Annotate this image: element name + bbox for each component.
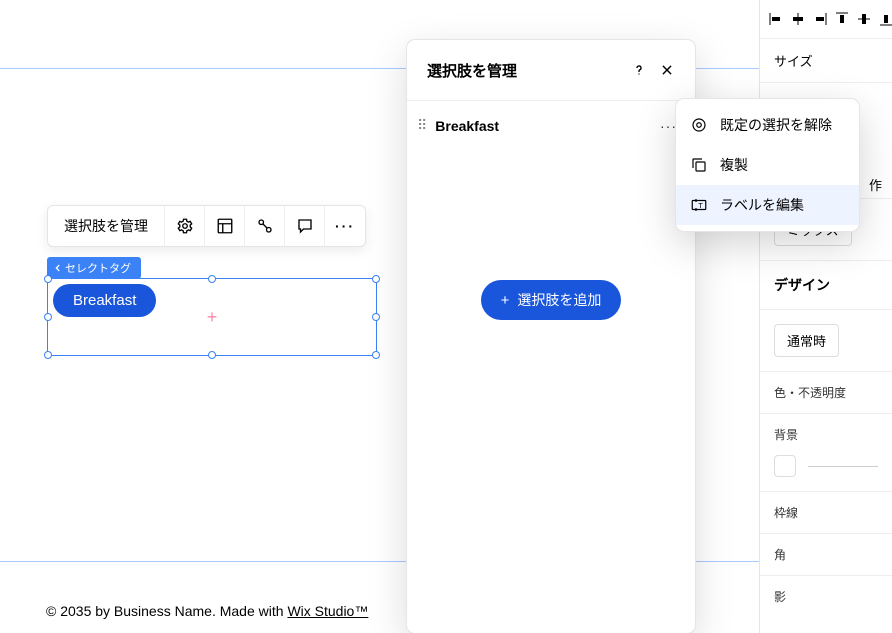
align-h-center-icon [790, 11, 806, 27]
align-right-button[interactable] [812, 10, 828, 28]
comment-button[interactable] [285, 206, 325, 246]
shadow-label: 影 [760, 576, 892, 617]
drag-handle-icon[interactable]: ⠿ [417, 117, 425, 134]
modal-header: 選択肢を管理 [407, 40, 695, 101]
layout-button[interactable] [205, 206, 245, 246]
menu-duplicate[interactable]: 複製 [676, 145, 859, 185]
more-icon: ··· [335, 218, 355, 234]
help-icon [631, 62, 647, 78]
align-right-icon [812, 11, 828, 27]
chevron-left-icon [53, 263, 63, 273]
add-option-label: 選択肢を追加 [517, 290, 601, 310]
resize-handle[interactable] [372, 351, 380, 359]
settings-button[interactable] [165, 206, 205, 246]
bg-slider-track[interactable] [808, 466, 878, 467]
animation-button[interactable] [245, 206, 285, 246]
resize-handle[interactable] [208, 351, 216, 359]
align-top-icon [834, 11, 850, 27]
footer-credit: © 2035 by Business Name. Made with Wix S… [46, 603, 368, 619]
align-v-center-button[interactable] [856, 10, 872, 28]
radio-off-icon [690, 116, 708, 134]
menu-edit-label[interactable]: T ラベルを編集 [676, 185, 859, 225]
resize-handle[interactable] [372, 275, 380, 283]
selected-element-frame[interactable]: Breakfast + [47, 278, 377, 356]
link-icon [256, 217, 274, 235]
footer-studio-link[interactable]: Wix Studio™ [287, 603, 368, 619]
align-top-button[interactable] [834, 10, 850, 28]
close-button[interactable] [655, 58, 679, 82]
menu-item-label: ラベルを編集 [720, 195, 804, 215]
select-tag-chip[interactable]: Breakfast [53, 284, 156, 317]
resize-handle[interactable] [372, 313, 380, 321]
align-bottom-icon [878, 11, 892, 27]
svg-text:T: T [698, 201, 703, 210]
background-label: 背景 [760, 414, 892, 447]
duplicate-icon [690, 156, 708, 174]
color-opacity-label: 色・不透明度 [760, 372, 892, 414]
plus-icon: + [501, 292, 510, 309]
help-button[interactable] [627, 58, 651, 82]
selection-type-label: セレクトタグ [65, 260, 131, 276]
resize-handle[interactable] [208, 275, 216, 283]
action-fragment: 作 [869, 175, 882, 194]
corner-label: 角 [760, 534, 892, 576]
option-row[interactable]: ⠿ Breakfast ··· [407, 101, 695, 150]
alignment-row [760, 0, 892, 39]
resize-handle[interactable] [44, 313, 52, 321]
option-label: Breakfast [435, 118, 656, 134]
design-panel: サイズ 作 ミックス デザイン 通常時 色・不透明度 背景 枠線 角 影 [759, 0, 892, 633]
gear-icon [176, 217, 194, 235]
layout-icon [216, 217, 234, 235]
add-option-button[interactable]: + 選択肢を追加 [481, 280, 622, 320]
selection-type-badge[interactable]: セレクトタグ [47, 257, 141, 279]
manage-options-modal: 選択肢を管理 ⠿ Breakfast ··· + 選択肢を追加 [407, 40, 695, 633]
bg-color-swatch[interactable] [774, 455, 796, 477]
comment-icon [296, 217, 314, 235]
menu-item-label: 複製 [720, 155, 748, 175]
add-placeholder-icon: + [207, 308, 218, 326]
menu-clear-default[interactable]: 既定の選択を解除 [676, 105, 859, 145]
border-label: 枠線 [760, 492, 892, 534]
element-toolbar: 選択肢を管理 ··· [47, 205, 366, 247]
state-selector[interactable]: 通常時 [774, 324, 839, 357]
more-button[interactable]: ··· [325, 206, 365, 246]
manage-options-toolbar-button[interactable]: 選択肢を管理 [48, 206, 165, 246]
align-left-button[interactable] [768, 10, 784, 28]
background-row [760, 447, 892, 492]
align-left-icon [768, 11, 784, 27]
size-section-label: サイズ [760, 39, 892, 83]
align-v-center-icon [856, 11, 872, 27]
resize-handle[interactable] [44, 275, 52, 283]
design-section-title: デザイン [760, 261, 892, 310]
rename-icon: T [690, 196, 708, 214]
resize-handle[interactable] [44, 351, 52, 359]
footer-text: © 2035 by Business Name. Made with [46, 603, 287, 619]
option-context-menu: 既定の選択を解除 複製 T ラベルを編集 [676, 99, 859, 231]
align-h-center-button[interactable] [790, 10, 806, 28]
menu-item-label: 既定の選択を解除 [720, 115, 832, 135]
modal-title: 選択肢を管理 [427, 60, 517, 81]
close-icon [660, 63, 674, 77]
align-bottom-button[interactable] [878, 10, 892, 28]
